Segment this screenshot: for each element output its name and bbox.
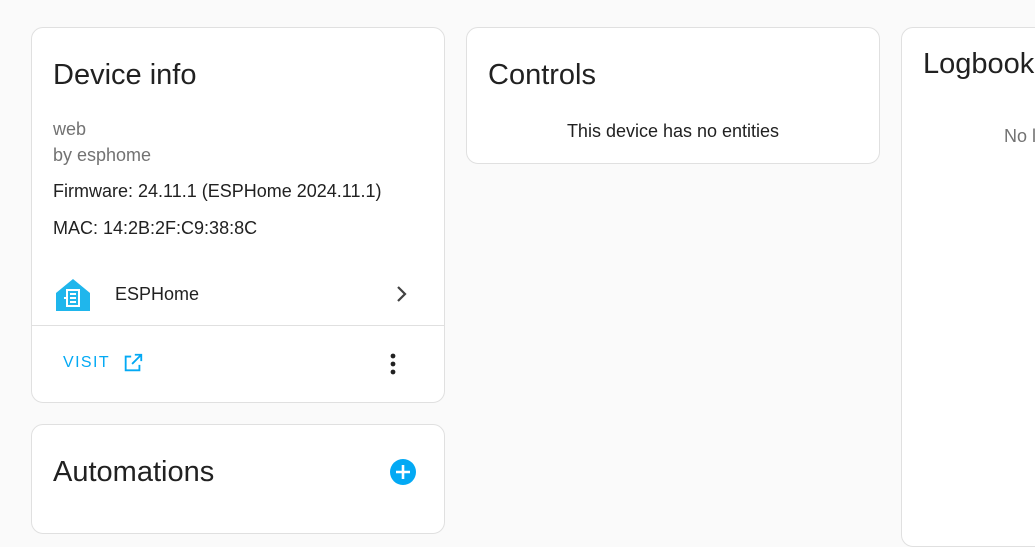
automations-card: Automations [31, 424, 445, 534]
more-options-button[interactable] [375, 346, 411, 382]
automations-title: Automations [53, 456, 215, 488]
mac-address: MAC: 14:2B:2F:C9:38:8C [53, 218, 258, 238]
device-model: web [53, 119, 87, 139]
controls-card: Controls This device has no entities [466, 27, 880, 164]
firmware-info: Firmware: 24.11.1 (ESPHome 2024.11.1) [53, 181, 382, 201]
open-in-new-icon [124, 353, 143, 372]
esphome-logo-icon [56, 279, 90, 311]
add-automation-button[interactable] [388, 457, 418, 487]
integration-row-esphome[interactable]: ESPHome [32, 268, 444, 324]
visit-label: VISIT [63, 354, 111, 371]
logbook-title: Logbook [923, 48, 1035, 80]
logbook-empty-message: No l [1004, 126, 1035, 146]
logbook-card: Logbook No l [901, 27, 1035, 547]
controls-title: Controls [488, 59, 596, 91]
chevron-right-icon [397, 286, 407, 302]
device-info-title: Device info [53, 59, 197, 91]
visit-button[interactable]: VISIT [54, 345, 153, 381]
dots-vertical-icon [390, 353, 396, 375]
device-manufacturer: by esphome [53, 145, 152, 165]
card-divider [32, 325, 444, 326]
integration-name: ESPHome [115, 284, 200, 304]
device-info-card: Device info web by esphome Firmware: 24.… [31, 27, 445, 403]
no-entities-message: This device has no entities [566, 121, 780, 141]
